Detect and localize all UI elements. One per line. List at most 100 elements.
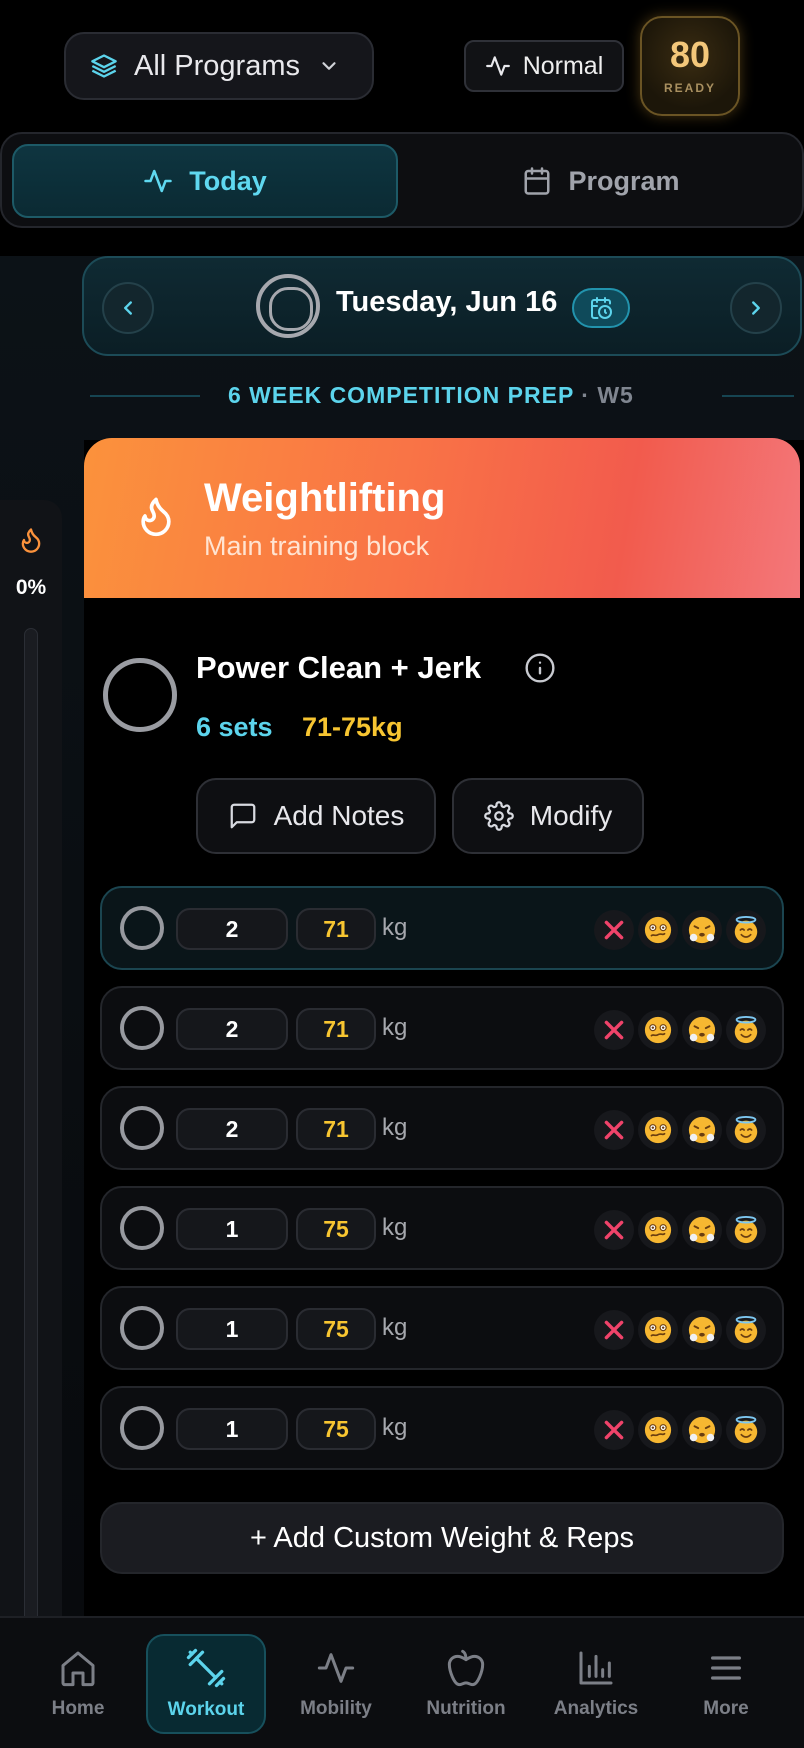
- program-selector[interactable]: All Programs: [64, 32, 374, 100]
- fail-rating-button[interactable]: [594, 1410, 634, 1450]
- steam-face-icon: [687, 915, 717, 945]
- easy-rating-button[interactable]: [726, 1410, 766, 1450]
- weight-input[interactable]: 71: [296, 1008, 376, 1050]
- previous-day-button[interactable]: [102, 282, 154, 334]
- nav-analytics-label: Analytics: [553, 1698, 639, 1719]
- add-custom-set-button[interactable]: + Add Custom Weight & Reps: [100, 1502, 784, 1574]
- weight-unit: kg: [382, 1014, 408, 1041]
- easy-rating-button[interactable]: [726, 1310, 766, 1350]
- flame-icon: [17, 526, 45, 554]
- fail-rating-button[interactable]: [594, 910, 634, 950]
- fail-rating-button[interactable]: [594, 1210, 634, 1250]
- easy-rating-button[interactable]: [726, 1110, 766, 1150]
- tough-rating-button[interactable]: [682, 1110, 722, 1150]
- nav-nutrition-label: Nutrition: [426, 1698, 506, 1719]
- readiness-score: 80: [669, 34, 711, 75]
- weight-input[interactable]: 75: [296, 1408, 376, 1450]
- x-icon: [601, 1317, 627, 1343]
- weight-input[interactable]: 71: [296, 1108, 376, 1150]
- tough-rating-button[interactable]: [682, 1410, 722, 1450]
- activity-icon: [485, 53, 511, 79]
- next-day-button[interactable]: [730, 282, 782, 334]
- nav-workout[interactable]: Workout: [146, 1634, 266, 1734]
- reps-input[interactable]: 2: [176, 1008, 288, 1050]
- set-complete-ring[interactable]: [120, 906, 164, 950]
- tough-rating-button[interactable]: [682, 910, 722, 950]
- set-complete-ring[interactable]: [120, 1206, 164, 1250]
- progress-track: [24, 628, 38, 1628]
- tough-rating-button[interactable]: [682, 1010, 722, 1050]
- nav-nutrition[interactable]: Nutrition: [406, 1634, 526, 1734]
- tab-today[interactable]: Today: [12, 144, 398, 218]
- activity-icon: [316, 1648, 356, 1688]
- angel-face-icon: [731, 1415, 761, 1445]
- nav-more-label: More: [703, 1698, 749, 1719]
- weight-unit: kg: [382, 1314, 408, 1341]
- tough-rating-button[interactable]: [682, 1310, 722, 1350]
- exercise-sets: 6 sets: [196, 712, 273, 742]
- reps-input[interactable]: 1: [176, 1408, 288, 1450]
- nav-analytics[interactable]: Analytics: [536, 1634, 656, 1734]
- angel-face-icon: [731, 1215, 761, 1245]
- easy-rating-button[interactable]: [726, 910, 766, 950]
- angel-face-icon: [731, 1115, 761, 1145]
- modify-button[interactable]: Modify: [452, 778, 644, 854]
- status-label: Normal: [522, 51, 604, 80]
- reps-input[interactable]: 1: [176, 1308, 288, 1350]
- set-complete-ring[interactable]: [120, 1406, 164, 1450]
- hard-rating-button[interactable]: [638, 1010, 678, 1050]
- date-navigator: Tuesday, Jun 16: [82, 256, 802, 356]
- fail-rating-button[interactable]: [594, 1110, 634, 1150]
- nav-home[interactable]: Home: [18, 1634, 138, 1734]
- reps-input[interactable]: 2: [176, 908, 288, 950]
- easy-rating-button[interactable]: [726, 1010, 766, 1050]
- fail-rating-button[interactable]: [594, 1310, 634, 1350]
- weight-input[interactable]: 71: [296, 908, 376, 950]
- weight-unit: kg: [382, 1114, 408, 1141]
- weight-input[interactable]: 75: [296, 1208, 376, 1250]
- tough-rating-button[interactable]: [682, 1210, 722, 1250]
- tab-program[interactable]: Program: [408, 144, 794, 218]
- hard-rating-button[interactable]: [638, 1210, 678, 1250]
- readiness-badge[interactable]: 80 READY: [640, 16, 740, 116]
- weight-unit: kg: [382, 914, 408, 941]
- steam-face-icon: [687, 1115, 717, 1145]
- info-icon[interactable]: [524, 652, 556, 684]
- woozy-face-icon: [643, 1115, 673, 1145]
- program-week-label: 6 WEEK COMPETITION PREP · W5: [90, 382, 794, 408]
- block-header: Weightlifting Main training block: [84, 438, 800, 598]
- nav-mobility-label: Mobility: [300, 1698, 372, 1719]
- add-notes-label: Add Notes: [273, 800, 405, 831]
- divider: [722, 395, 794, 397]
- day-complete-ring[interactable]: [256, 274, 320, 338]
- hard-rating-button[interactable]: [638, 1110, 678, 1150]
- set-complete-ring[interactable]: [120, 1306, 164, 1350]
- status-pill[interactable]: Normal: [464, 40, 624, 92]
- set-complete-ring[interactable]: [120, 1006, 164, 1050]
- hard-rating-button[interactable]: [638, 1410, 678, 1450]
- fail-rating-button[interactable]: [594, 1010, 634, 1050]
- reps-input[interactable]: 1: [176, 1208, 288, 1250]
- calendar-picker-button[interactable]: [572, 288, 630, 328]
- set-complete-ring[interactable]: [120, 1106, 164, 1150]
- set-row: 2 71 kg: [100, 886, 784, 970]
- reps-input[interactable]: 2: [176, 1108, 288, 1150]
- steam-face-icon: [687, 1015, 717, 1045]
- woozy-face-icon: [643, 915, 673, 945]
- easy-rating-button[interactable]: [726, 1210, 766, 1250]
- program-week: · W5: [581, 382, 634, 408]
- calendar-icon: [522, 166, 552, 196]
- set-row: 2 71 kg: [100, 1086, 784, 1170]
- view-tabs: Today Program: [0, 132, 804, 228]
- weight-input[interactable]: 75: [296, 1308, 376, 1350]
- steam-face-icon: [687, 1315, 717, 1345]
- nav-mobility[interactable]: Mobility: [276, 1634, 396, 1734]
- hard-rating-button[interactable]: [638, 910, 678, 950]
- angel-face-icon: [731, 1015, 761, 1045]
- add-notes-button[interactable]: Add Notes: [196, 778, 436, 854]
- hard-rating-button[interactable]: [638, 1310, 678, 1350]
- nav-more[interactable]: More: [666, 1634, 786, 1734]
- exercise-complete-ring[interactable]: [103, 658, 177, 732]
- bar-chart-icon: [576, 1648, 616, 1688]
- set-row: 1 75 kg: [100, 1186, 784, 1270]
